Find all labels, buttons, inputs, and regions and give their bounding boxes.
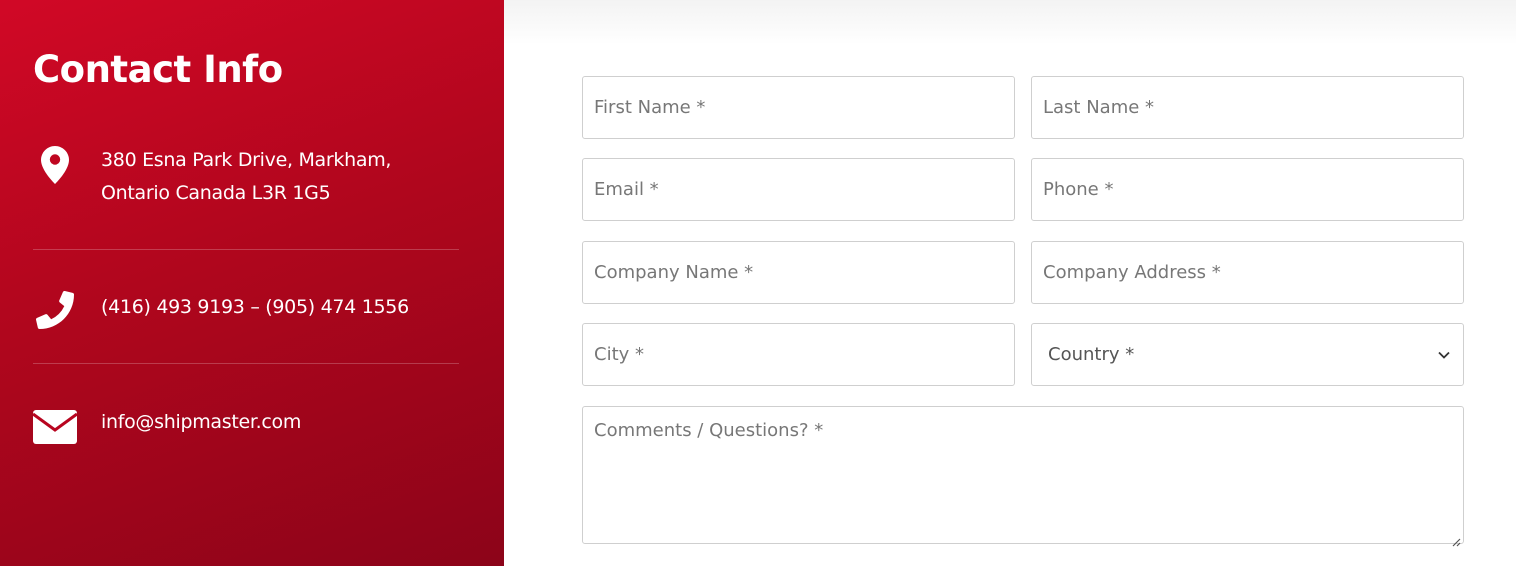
phone-placeholder: Phone * <box>1043 179 1114 200</box>
city-input[interactable]: City * <box>582 323 1015 386</box>
phone-row: (416) 493 9193 – (905) 474 1556 <box>33 291 459 329</box>
divider <box>33 363 459 364</box>
company-address-input[interactable]: Company Address * <box>1031 241 1464 304</box>
address-text: 380 Esna Park Drive, Markham, Ontario Ca… <box>101 144 391 210</box>
email-row: info@shipmaster.com <box>33 406 459 444</box>
phone-input[interactable]: Phone * <box>1031 158 1464 221</box>
contact-form: First Name * Last Name * Email * Phone *… <box>504 0 1516 566</box>
country-select[interactable]: Country * <box>1031 323 1464 386</box>
comments-textarea[interactable]: Comments / Questions? * <box>582 406 1464 547</box>
email-placeholder: Email * <box>594 179 659 200</box>
chevron-down-icon <box>1438 351 1450 359</box>
envelope-icon <box>33 406 77 444</box>
last-name-input[interactable]: Last Name * <box>1031 76 1464 139</box>
city-placeholder: City * <box>594 344 645 365</box>
email-link[interactable]: info@shipmaster.com <box>101 406 301 439</box>
email-input[interactable]: Email * <box>582 158 1015 221</box>
last-name-placeholder: Last Name * <box>1043 97 1155 118</box>
phone-icon <box>33 291 77 329</box>
address-line-2: Ontario Canada L3R 1G5 <box>101 182 331 204</box>
contact-info-panel: Contact Info 380 Esna Park Drive, Markha… <box>0 0 504 566</box>
contact-section: Contact Info 380 Esna Park Drive, Markha… <box>0 0 1516 566</box>
first-name-placeholder: First Name * <box>594 97 706 118</box>
comments-placeholder: Comments / Questions? * <box>594 420 824 441</box>
location-pin-icon <box>33 144 77 184</box>
country-selected-value: Country * <box>1048 344 1135 365</box>
company-address-placeholder: Company Address * <box>1043 262 1221 283</box>
company-name-input[interactable]: Company Name * <box>582 241 1015 304</box>
address-row: 380 Esna Park Drive, Markham, Ontario Ca… <box>33 144 459 210</box>
contact-info-title: Contact Info <box>33 48 283 91</box>
company-name-placeholder: Company Name * <box>594 262 754 283</box>
divider <box>33 249 459 250</box>
address-line-1: 380 Esna Park Drive, Markham, <box>101 149 392 171</box>
first-name-input[interactable]: First Name * <box>582 76 1015 139</box>
resize-grip-icon[interactable] <box>1451 531 1461 547</box>
phone-text[interactable]: (416) 493 9193 – (905) 474 1556 <box>101 291 409 324</box>
